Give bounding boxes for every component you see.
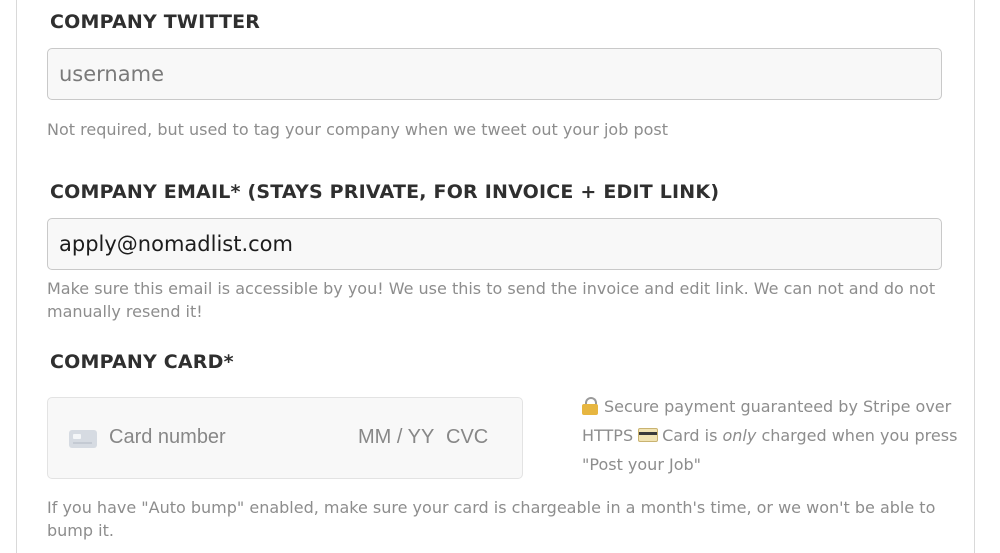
card-help-text: If you have "Auto bump" enabled, make su… <box>47 498 936 540</box>
form-left-border <box>16 0 17 553</box>
secure-text-emphasis: only <box>722 426 757 445</box>
post-job-form: COMPANY TWITTER username Not required, b… <box>0 0 1000 553</box>
email-help-text: Make sure this email is accessible by yo… <box>47 279 936 321</box>
card-number-field[interactable]: Card number <box>109 426 226 449</box>
form-right-border <box>974 0 975 553</box>
generic-card-icon <box>69 430 97 448</box>
credit-card-icon <box>638 428 659 442</box>
lock-icon <box>582 397 598 415</box>
twitter-input[interactable]: username <box>47 48 942 100</box>
twitter-label: COMPANY TWITTER <box>50 11 261 33</box>
card-expiry-field[interactable]: MM / YY <box>358 426 434 449</box>
twitter-input-placeholder: username <box>59 62 164 86</box>
secure-payment-note: Secure payment guaranteed by Stripe over… <box>582 392 972 479</box>
email-label: COMPANY EMAIL* (STAYS PRIVATE, FOR INVOI… <box>50 181 720 203</box>
email-input[interactable]: apply@nomadlist.com <box>47 218 942 270</box>
card-cvc-field[interactable]: CVC <box>446 426 488 449</box>
card-input[interactable]: Card number MM / YY CVC <box>47 397 523 479</box>
secure-text-2: Card is <box>662 426 718 445</box>
email-input-value: apply@nomadlist.com <box>59 232 293 256</box>
card-label: COMPANY CARD* <box>50 351 234 373</box>
twitter-help-text: Not required, but used to tag your compa… <box>47 120 669 139</box>
